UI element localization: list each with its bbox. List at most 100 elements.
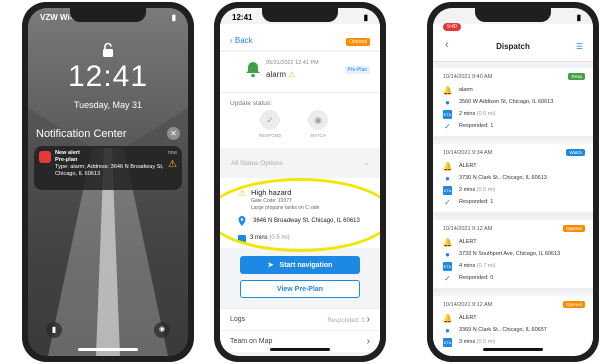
card-eta: 2 mins xyxy=(459,111,476,117)
notification-subtitle: Pre-plan xyxy=(55,157,78,163)
camera-icon[interactable]: ◉ xyxy=(154,322,170,338)
check-icon: ✓ xyxy=(444,197,451,207)
card-type-row: 🔔 ALERT xyxy=(443,236,587,248)
alarm-title: alarm ⚠ xyxy=(266,70,295,79)
home-indicator[interactable] xyxy=(270,348,330,351)
home-indicator[interactable] xyxy=(78,348,138,351)
eta-icon: ETA xyxy=(443,109,452,119)
card-eta-distance: (0.5 mi) xyxy=(476,339,496,345)
notification-time: now xyxy=(167,150,177,156)
dispatch-card[interactable]: 10/14/2021 9:12 AM Opened 🔔 ALERT ● 3733 N So… xyxy=(433,220,593,292)
opened-badge: Opened xyxy=(346,38,370,46)
notification-center-title: Notification Center xyxy=(36,128,127,140)
dispatch-screen: 9:40 ▮ ‹ Dispatch ☰ 10/14/2021 9:40 AM Re… xyxy=(433,8,593,356)
notification-body: Type: alarm; Address: 3646 N Broadway St… xyxy=(55,164,164,177)
dispatch-card[interactable]: 10/14/2021 9:40 AM Resp 🔔 alarm ● 3560 W Addi… xyxy=(433,68,593,140)
dispatch-card[interactable]: 10/14/2021 9:34 AM Watch 🔔 ALERT ● 3730 N Cla… xyxy=(433,144,593,216)
home-indicator[interactable] xyxy=(483,348,543,351)
eta-text: 3 mins (0.5 mi) xyxy=(250,235,290,241)
gate-code: Gate Code: 19377 xyxy=(251,198,292,204)
flashlight-icon[interactable]: ▮ xyxy=(46,322,62,338)
card-type-row: 🔔 ALERT xyxy=(443,312,587,324)
close-icon[interactable]: ✕ xyxy=(167,127,180,140)
card-address: 3730 N Clark St., Chicago, IL 60613 xyxy=(459,175,547,181)
eta-icon: ETA xyxy=(443,337,452,347)
bell-icon: 🔔 xyxy=(442,85,453,95)
eta-icon: ETA xyxy=(443,261,452,271)
card-address: 3733 N Southport Ave, Chicago, IL 60613 xyxy=(459,251,561,257)
status-options-select[interactable]: All Status Options ⌄ xyxy=(228,156,372,170)
chevron-down-icon: ⌄ xyxy=(363,160,369,167)
card-eta-row: ETA 3 mins (0.5 mi) xyxy=(443,336,587,348)
notch xyxy=(475,8,551,22)
bell-icon xyxy=(246,62,260,78)
card-address-row: ● 3560 W Addison St, Chicago, IL 60613 xyxy=(443,96,587,108)
watch-eye-icon[interactable]: ◉ xyxy=(308,110,328,130)
card-date: 10/14/2021 9:12 AM xyxy=(443,302,493,308)
card-eta-distance: (0.5 mi) xyxy=(476,111,496,117)
start-navigation-button[interactable]: ➤ Start navigation xyxy=(240,256,360,274)
team-on-map-label: Team on Map xyxy=(230,338,273,345)
status-time: 9:40 xyxy=(443,23,461,31)
warning-icon: ⚠ xyxy=(238,188,247,198)
page-title: Dispatch xyxy=(496,42,530,51)
dispatch-card[interactable]: 10/14/2021 9:12 AM Opened 🔔 ALERT ● 3369 N Cl… xyxy=(433,296,593,356)
chevron-right-icon: › xyxy=(366,336,370,347)
phone-lock-screen: VZW Wi-Fi ▮ 12:41 Tuesday, May 31 Notifi… xyxy=(22,2,194,362)
card-eta-row: ETA 2 mins (0.5 mi) xyxy=(443,184,587,196)
card-responded-row: ✓ Responded: 0 xyxy=(443,272,587,284)
card-address-row: ● 3369 N Clark St., Chicago, IL 60657 xyxy=(443,324,587,336)
notch xyxy=(262,8,338,22)
filter-icon[interactable]: ☰ xyxy=(576,42,583,51)
card-responded-row: ✓ Responded: 1 xyxy=(443,196,587,208)
card-date: 10/14/2021 9:12 AM xyxy=(443,226,493,232)
warning-icon: ⚠ xyxy=(168,159,177,170)
view-preplan-button[interactable]: View Pre-Plan xyxy=(240,280,360,298)
notch xyxy=(70,8,146,22)
card-eta-row: ETA 2 mins (0.5 mi) xyxy=(443,108,587,120)
logs-row[interactable]: Logs Responded: 0 › xyxy=(220,308,380,330)
card-type: ALERT xyxy=(459,315,477,321)
card-eta: 3 mins xyxy=(459,339,476,345)
card-eta-distance: (0.5 mi) xyxy=(476,187,496,193)
check-icon: ✓ xyxy=(444,273,451,283)
location-pin-icon xyxy=(238,216,246,226)
preplan-badge[interactable]: Pre-Plan xyxy=(344,66,370,74)
eta-distance: (0.5 mi) xyxy=(269,235,290,241)
card-eta-distance: (0.7 mi) xyxy=(476,263,496,269)
card-type-row: 🔔 ALERT xyxy=(443,160,587,172)
phone-alarm-details: 12:41 ▮ ‹ Back Opened 05/31/2022 12:41 P… xyxy=(214,2,386,362)
phone-dispatch: 9:40 ▮ ‹ Dispatch ☰ 10/14/2021 9:40 AM Re… xyxy=(427,2,599,362)
eta-icon: ETA xyxy=(443,185,452,195)
lock-time: 12:41 xyxy=(67,60,149,93)
card-eta: 2 mins xyxy=(459,187,476,193)
lock-screen: VZW Wi-Fi ▮ 12:41 Tuesday, May 31 Notifi… xyxy=(28,8,188,356)
card-responded-row: ✓ Responded: 1 xyxy=(443,120,587,132)
card-type: alarm xyxy=(459,87,473,93)
bell-icon: 🔔 xyxy=(442,237,453,247)
eta-minutes: 3 mins xyxy=(250,235,268,241)
alarm-title-text: alarm xyxy=(266,70,287,79)
address-text[interactable]: 3646 N Broadway St, Chicago, IL 60613 xyxy=(253,218,360,224)
update-status-label: Update status: xyxy=(230,100,272,107)
status-time: 12:41 xyxy=(232,12,253,22)
card-type-row: 🔔 alarm xyxy=(443,84,587,96)
card-type: ALERT xyxy=(459,239,477,245)
battery-icon: ▮ xyxy=(171,12,176,22)
alarm-datetime: 05/31/2022 12:41 PM xyxy=(266,60,319,66)
hazard-note: Large propane tanks on C side xyxy=(251,205,320,211)
respond-check-icon[interactable]: ✓ xyxy=(260,110,280,130)
card-date: 10/14/2021 9:40 AM xyxy=(443,74,493,80)
status-badge: Opened xyxy=(562,225,585,232)
card-address-row: ● 3730 N Clark St., Chicago, IL 60613 xyxy=(443,172,587,184)
card-responded: Responded: 0 xyxy=(459,275,494,281)
status-badge: Opened xyxy=(562,301,585,308)
notification-card[interactable]: New alert Pre-plan Type: alarm; Address:… xyxy=(34,146,182,190)
hazard-title: High hazard xyxy=(251,188,292,197)
location-pin-icon: ● xyxy=(445,325,450,335)
back-button[interactable]: ‹ Back xyxy=(230,36,253,45)
start-navigation-label: Start navigation xyxy=(279,261,333,269)
status-badge: Resp xyxy=(568,73,585,80)
card-address: 3369 N Clark St., Chicago, IL 60657 xyxy=(459,327,547,333)
location-pin-icon: ● xyxy=(445,173,450,183)
